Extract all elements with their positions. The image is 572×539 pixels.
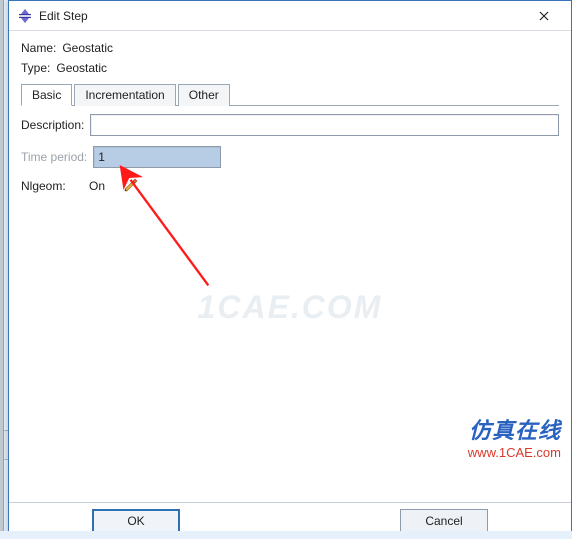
nlgeom-label: Nlgeom: — [21, 179, 73, 193]
description-label: Description: — [21, 118, 84, 132]
description-input[interactable] — [90, 114, 559, 136]
type-value: Geostatic — [56, 61, 107, 75]
tab-other[interactable]: Other — [178, 84, 230, 106]
time-period-label: Time period: — [21, 150, 87, 164]
time-period-input[interactable] — [93, 146, 221, 168]
brand-cn: 仿真在线 — [468, 413, 561, 445]
basic-panel: Description: Time period: Nlgeom: On — [21, 106, 559, 194]
tab-incrementation[interactable]: Incrementation — [74, 84, 175, 106]
pencil-icon[interactable] — [123, 178, 139, 194]
tab-basic[interactable]: Basic — [21, 84, 72, 106]
cancel-button[interactable]: Cancel — [400, 509, 488, 533]
close-button[interactable] — [521, 2, 567, 30]
watermark-text: 1CAE.COM — [9, 289, 571, 326]
ok-button[interactable]: OK — [92, 509, 180, 533]
name-label: Name: — [21, 41, 56, 55]
app-icon — [17, 8, 33, 24]
nlgeom-value: On — [89, 179, 105, 193]
edit-step-dialog: Edit Step Name: Geostatic Type: Geostati… — [8, 0, 572, 539]
type-label: Type: — [21, 61, 50, 75]
tabs: Basic Incrementation Other — [21, 83, 559, 106]
brand-url: www.1CAE.com — [468, 445, 561, 460]
name-value: Geostatic — [62, 41, 113, 55]
brand-overlay: 仿真在线 www.1CAE.com — [468, 413, 561, 460]
titlebar: Edit Step — [9, 1, 571, 31]
dialog-body: Name: Geostatic Type: Geostatic Basic In… — [9, 31, 571, 502]
window-title: Edit Step — [39, 9, 521, 23]
